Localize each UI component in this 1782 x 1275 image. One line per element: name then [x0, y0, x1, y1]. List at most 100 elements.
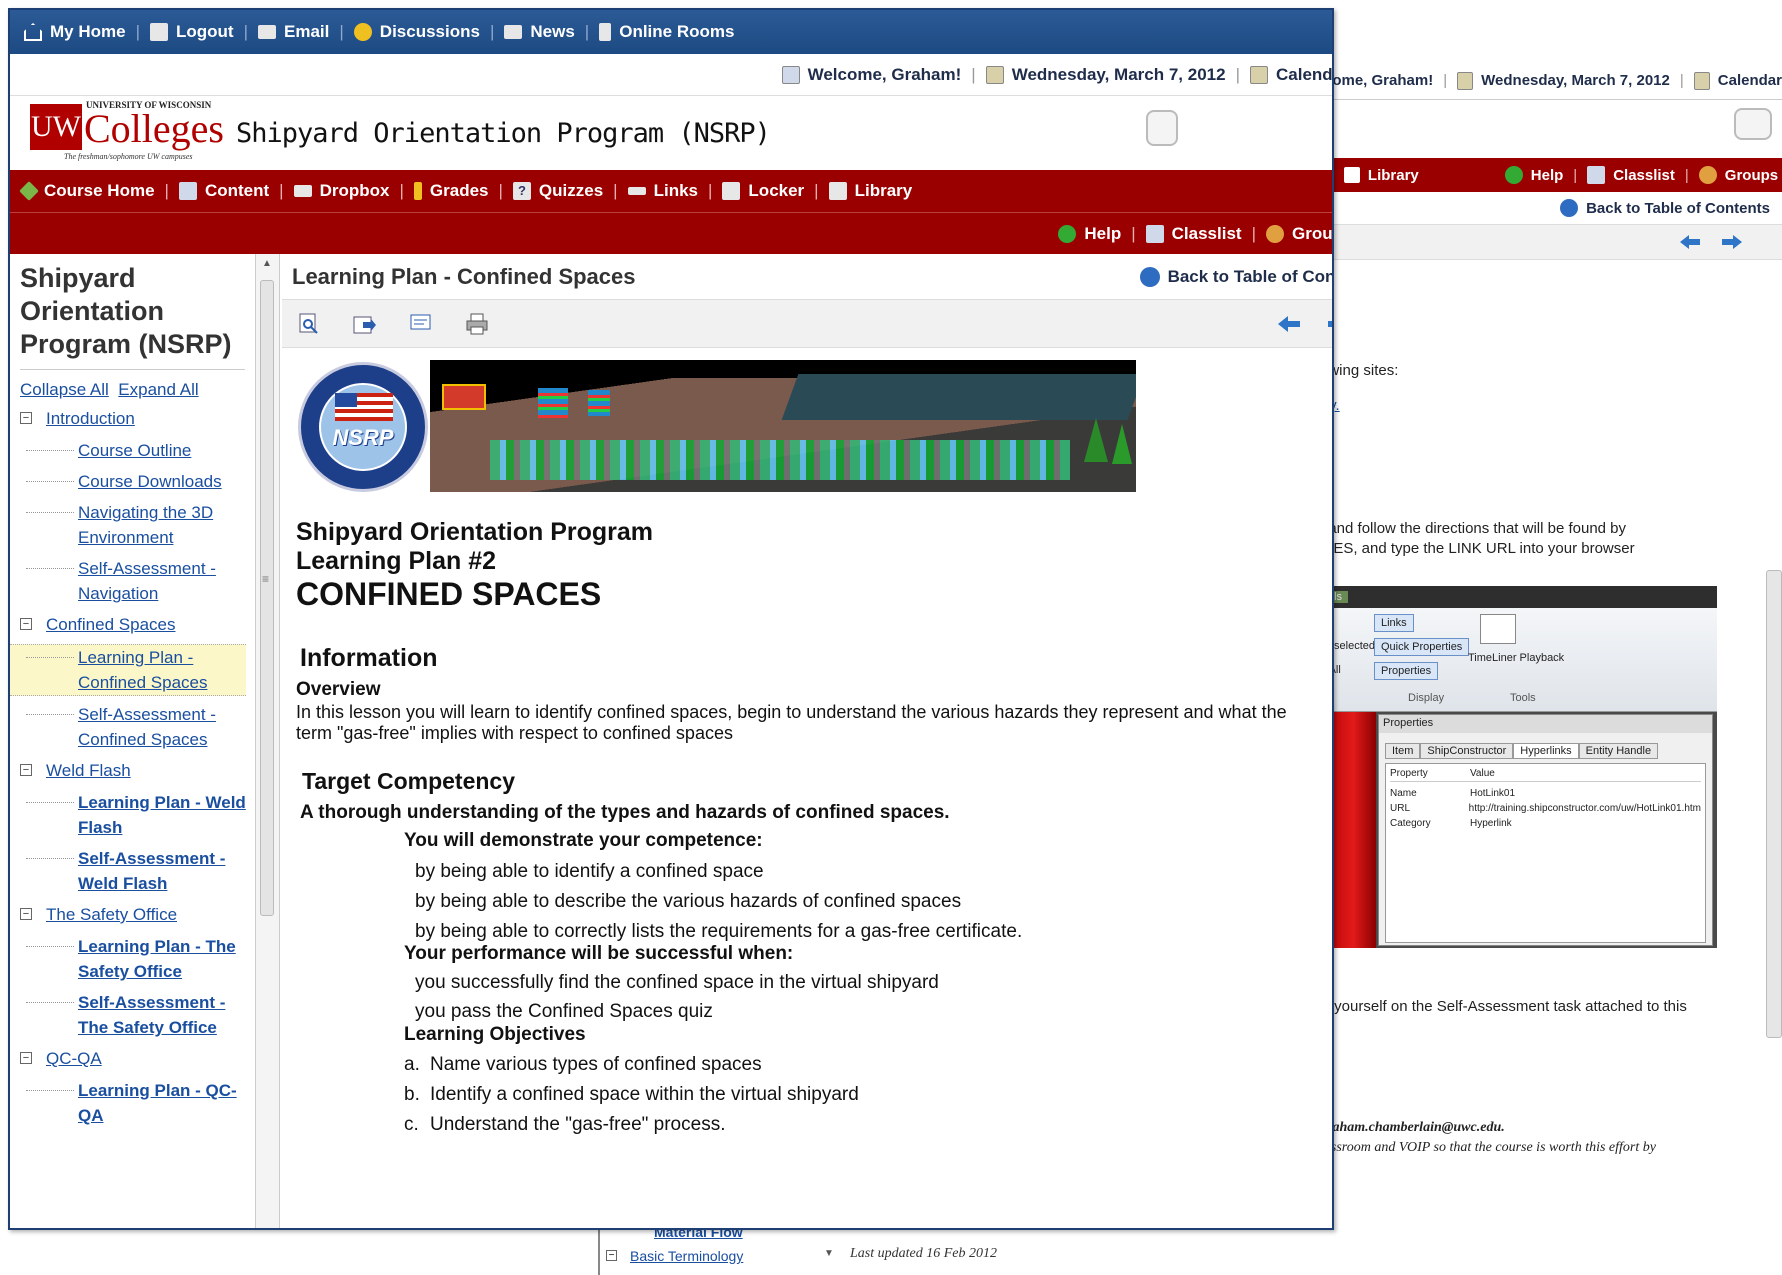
- sidebar-title: Shipyard Orientation Program (NSRP): [20, 263, 232, 359]
- back-banner: [1320, 100, 1782, 158]
- nav-groups[interactable]: Groups: [1292, 224, 1332, 244]
- tree-item-link[interactable]: Navigating the 3D Environment: [78, 503, 213, 547]
- user-icon: [781, 65, 800, 84]
- nav-dropbox[interactable]: Dropbox: [320, 181, 390, 201]
- tree-item-link[interactable]: Learning Plan - Confined Spaces: [78, 648, 207, 692]
- collapse-all-link[interactable]: Collapse All: [20, 380, 109, 399]
- doc-heading-program: Shipyard Orientation Program: [296, 518, 654, 546]
- back-text-selfassess: E yourself on the Self-Assessment task a…: [1320, 998, 1687, 1015]
- back-arrow-icon: [1139, 266, 1160, 287]
- calendar-icon: [1457, 71, 1474, 90]
- back-calendar-link[interactable]: Calendar: [1718, 72, 1782, 89]
- library-icon: [1343, 167, 1360, 183]
- tree-collapse-icon[interactable]: −: [606, 1250, 617, 1261]
- sidebar-scrollbar[interactable]: ▲ ≡: [256, 254, 280, 1228]
- tree-item: Learning Plan - Weld Flash: [10, 790, 246, 840]
- tree-item-link[interactable]: Self-Assessment - Weld Flash: [78, 849, 225, 893]
- nav-content[interactable]: Content: [205, 181, 269, 201]
- nav-library[interactable]: Library: [855, 181, 913, 201]
- scrollbar-thumb[interactable]: [260, 280, 274, 916]
- tree-item-link[interactable]: Self-Assessment - Confined Spaces: [78, 705, 216, 749]
- tree-section-link[interactable]: Weld Flash: [46, 761, 131, 780]
- objectives-label: Learning Objectives: [404, 1024, 586, 1045]
- chat-bubble-icon[interactable]: [1146, 110, 1178, 146]
- tree-item: Navigating the 3D Environment: [10, 500, 246, 550]
- nav-links[interactable]: Links: [654, 181, 698, 201]
- tree-collapse-icon[interactable]: −: [20, 1052, 32, 1064]
- previous-arrow-icon[interactable]: [1680, 235, 1700, 249]
- tree-collapse-icon[interactable]: −: [20, 908, 32, 920]
- scroll-up-icon[interactable]: ▲: [262, 258, 272, 269]
- logo-colleges-text: Colleges: [84, 106, 224, 151]
- nav-discussions[interactable]: Discussions: [380, 22, 480, 42]
- tree-item-link[interactable]: Course Downloads: [78, 472, 222, 491]
- print-icon[interactable]: [464, 311, 490, 337]
- zoom-icon[interactable]: [296, 311, 322, 337]
- next-arrow-icon[interactable]: [1328, 320, 1332, 327]
- nav-logout[interactable]: Logout: [176, 22, 234, 42]
- next-arrow-icon[interactable]: [1722, 235, 1742, 249]
- nav-news[interactable]: News: [530, 22, 574, 42]
- back-to-toc-link[interactable]: Back to Table of Contents: [1168, 267, 1332, 287]
- tree-section: − Confined Spaces: [10, 612, 255, 637]
- back-toc-link[interactable]: Back to Table of Contents: [1586, 200, 1770, 217]
- tree-item-link[interactable]: Learning Plan - Weld Flash: [78, 793, 246, 837]
- overview-label: Overview: [296, 679, 381, 700]
- tree-item-link[interactable]: Self-Assessment - Navigation: [78, 559, 216, 603]
- back-scrollbar[interactable]: [1766, 570, 1782, 1038]
- tree-item-link[interactable]: Course Outline: [78, 441, 191, 460]
- back-nav-groups[interactable]: Groups: [1725, 167, 1778, 184]
- expand-all-link[interactable]: Expand All: [118, 380, 198, 399]
- tree-section-link[interactable]: QC-QA: [46, 1049, 102, 1068]
- help-icon: [1058, 224, 1077, 243]
- back-nav-help[interactable]: Help: [1531, 167, 1564, 184]
- demonstrate-item: by being able to describe the various ha…: [415, 891, 962, 912]
- scroll-down-icon[interactable]: ▼: [824, 1248, 836, 1260]
- performance-label: Your performance will be successful when…: [404, 943, 794, 964]
- nav-help[interactable]: Help: [1084, 224, 1121, 244]
- comment-icon[interactable]: [408, 311, 434, 337]
- back-nav-library[interactable]: Library: [1368, 167, 1419, 184]
- tree-item-link[interactable]: Learning Plan - QC-QA: [78, 1081, 237, 1125]
- nav-locker[interactable]: Locker: [748, 181, 804, 201]
- calendar-icon: [1250, 65, 1268, 84]
- performance-item: you pass the Confined Spaces quiz: [415, 1001, 713, 1022]
- last-updated-text: Last updated 16 Feb 2012: [850, 1246, 997, 1261]
- nav-my-home[interactable]: My Home: [50, 22, 126, 42]
- tree-item-link[interactable]: Learning Plan - The Safety Office: [78, 937, 236, 981]
- tree-collapse-icon[interactable]: −: [20, 618, 32, 630]
- chat-bubble-icon[interactable]: [1734, 108, 1772, 140]
- content-tree: − Introduction Course Outline Course Downlo…: [10, 406, 255, 1128]
- back-link-basic-terminology[interactable]: Basic Terminology: [630, 1248, 743, 1264]
- previous-arrow-icon[interactable]: [1278, 315, 1300, 332]
- tree-item-link[interactable]: Self-Assessment - The Safety Office: [78, 993, 225, 1037]
- tree-collapse-icon[interactable]: −: [20, 412, 32, 424]
- back-nav-classlist[interactable]: Classlist: [1613, 167, 1675, 184]
- email-icon: [258, 25, 277, 39]
- tree-item: Course Outline: [10, 438, 246, 463]
- overview-text: In this lesson you will learn to identif…: [296, 702, 1287, 743]
- ss-properties-panel: Properties Item ShipConstructor Hyperlin…: [1378, 714, 1713, 946]
- splitter-grip-icon[interactable]: ≡: [262, 572, 269, 586]
- calendar-link[interactable]: Calendar: [1276, 65, 1332, 85]
- welcome-bar: Welcome, Graham! | Wednesday, March 7, 20…: [10, 54, 1332, 96]
- nav-email[interactable]: Email: [284, 22, 329, 42]
- logout-icon: [150, 23, 168, 41]
- nav-online-rooms[interactable]: Online Rooms: [619, 22, 734, 42]
- export-icon[interactable]: [352, 311, 378, 337]
- dropbox-icon: [293, 185, 312, 197]
- nav-course-home[interactable]: Course Home: [44, 181, 155, 201]
- tree-section-link[interactable]: Introduction: [46, 409, 135, 428]
- ss-tabstrip: ols: [1320, 586, 1717, 608]
- tree-section-link[interactable]: Confined Spaces: [46, 615, 175, 634]
- nav-quizzes[interactable]: Quizzes: [539, 181, 603, 201]
- back-text-voip: lassroom and VOIP so that the course is …: [1320, 1140, 1656, 1155]
- tree-section-link[interactable]: The Safety Office: [46, 905, 177, 924]
- back-toolbar: [1320, 224, 1782, 260]
- content-title: Learning Plan - Confined Spaces: [292, 263, 636, 289]
- nav-grades[interactable]: Grades: [430, 181, 489, 201]
- nav-classlist[interactable]: Classlist: [1172, 224, 1242, 244]
- tree-collapse-icon[interactable]: −: [20, 764, 32, 776]
- tree-item: Course Downloads: [10, 469, 246, 494]
- course-home-icon: [19, 181, 39, 201]
